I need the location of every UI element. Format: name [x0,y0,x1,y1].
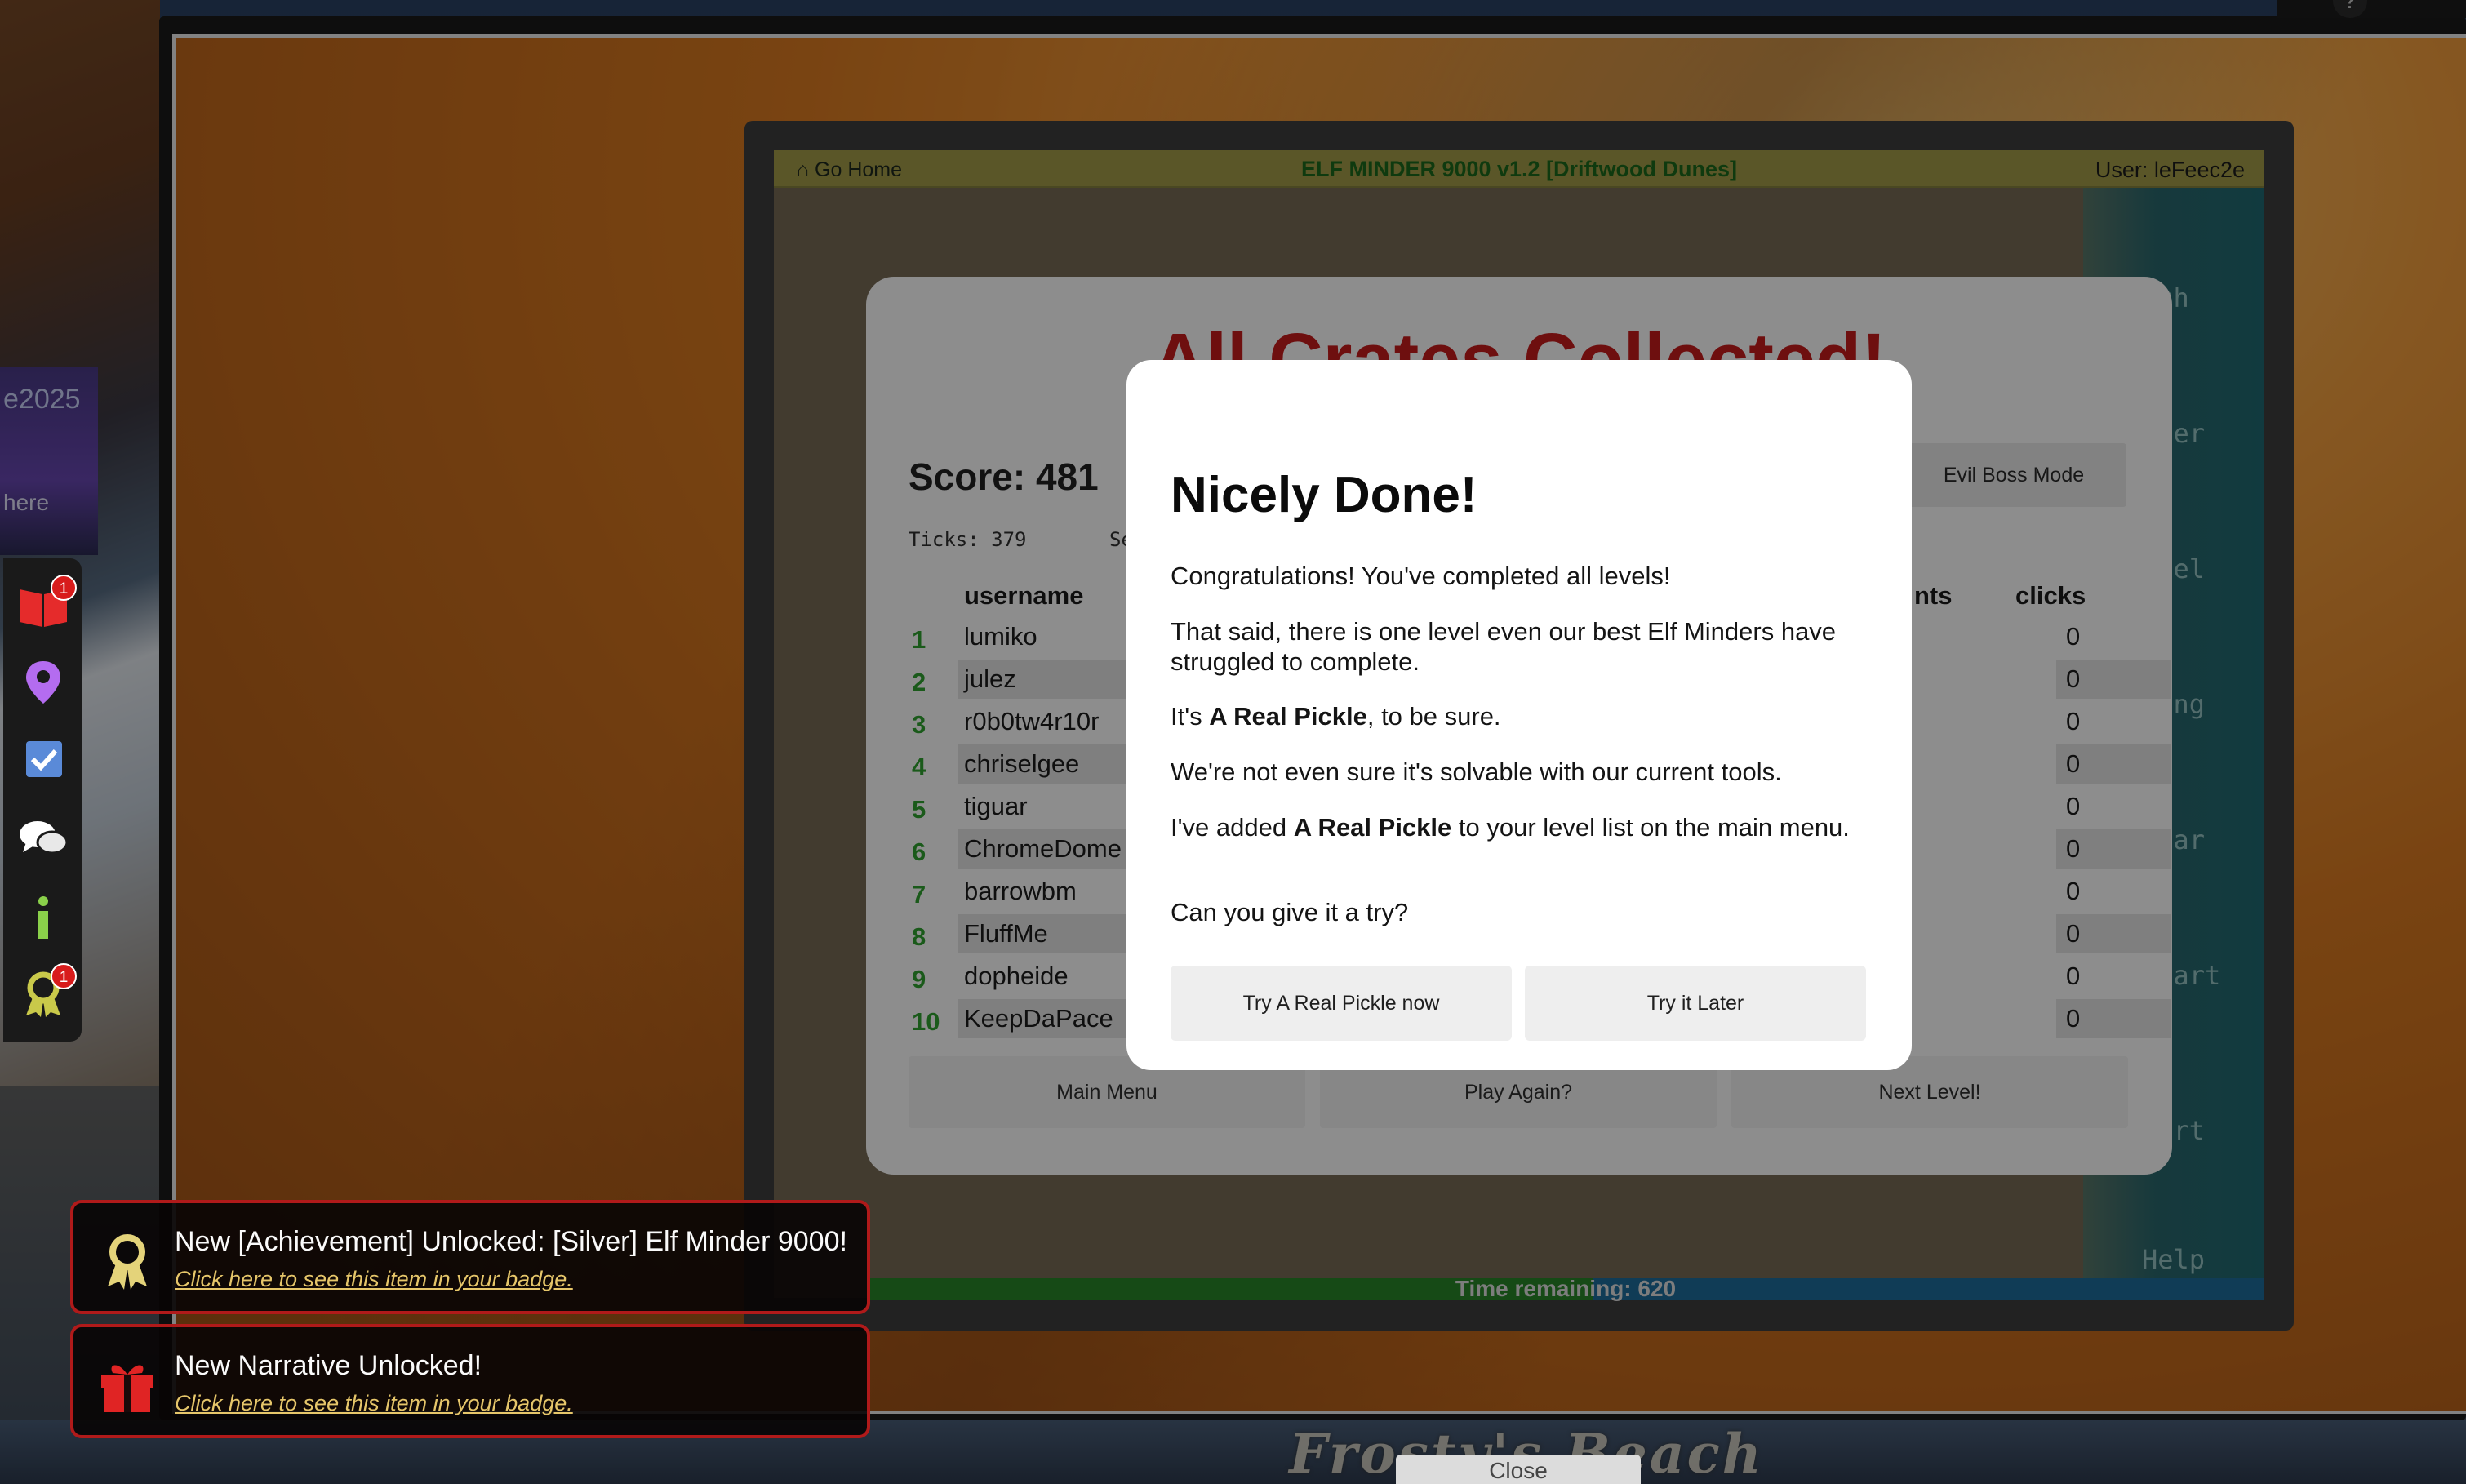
points-cell [1958,617,2055,656]
map-pin-icon [26,661,60,704]
info-icon [38,896,48,939]
nicely-done-dialog: Nicely Done! Congratulations! You've com… [1126,360,1912,1070]
rank: 1 [912,625,926,654]
chat-icon [20,821,69,855]
dialog-paragraph-pickle: It's A Real Pickle, to be sure. [1171,701,1881,731]
rank: 2 [912,668,926,696]
username-cell: r0b0tw4r10r [964,707,1100,735]
dialog-paragraph-congrats: Congratulations! You've completed all le… [1171,562,1671,590]
clicks-cell: 0 [2056,999,2171,1038]
points-cell [1958,660,2055,699]
notification-title: New Narrative Unlocked! [175,1350,482,1381]
notification-narrative[interactable]: New Narrative Unlocked! Click here to se… [70,1324,870,1438]
dialog-paragraph-struggle: That said, there is one level even our b… [1171,617,1837,676]
points-cell [1958,999,2055,1038]
username-cell: FluffMe [958,914,1137,953]
score-label: Score: 481 [909,455,1099,498]
sidebar-item-tasks[interactable] [15,736,72,793]
points-cell [1958,957,2055,996]
text-segment: I've added [1171,813,1294,842]
level-name: A Real Pickle [1293,813,1452,842]
sidebar-item-objectives[interactable]: 1 [15,575,77,638]
rank: 7 [912,880,926,909]
notification-title: New [Achievement] Unlocked: [Silver] Elf… [175,1226,847,1257]
sidebar-item-achievements[interactable]: 1 [15,963,77,1027]
clicks-cell: 0 [2066,792,2081,820]
sidebar-item-info[interactable] [15,893,72,950]
notification-badge: 1 [51,575,77,601]
rank: 6 [912,838,926,866]
text-segment: , to be sure. [1366,702,1501,731]
sidebar: 1 1 [3,558,82,1042]
clicks-cell: 0 [2056,744,2171,784]
points-cell [1958,702,2055,741]
clicks-cell: 0 [2066,707,2081,735]
username-cell: tiguar [964,792,1028,820]
dialog-paragraph-solvable: We're not even sure it's solvable with o… [1171,758,1782,786]
text-segment: to your level list on the main menu. [1451,813,1850,842]
gift-icon [101,1365,153,1412]
dialog-paragraph-question: Can you give it a try? [1171,898,1409,926]
level-name: A Real Pickle [1209,702,1367,731]
dialog-paragraph-added: I've added A Real Pickle to your level l… [1171,812,1881,842]
rank: 5 [912,795,926,824]
text-segment: It's [1171,702,1210,731]
username-cell: ChromeDome [958,829,1137,869]
notification-link[interactable]: Click here to see this item in your badg… [175,1267,573,1292]
rank: 10 [912,1007,940,1036]
try-later-button[interactable]: Try it Later [1525,966,1866,1041]
username-cell: chriselgee [958,744,1137,784]
points-cell [1958,872,2055,911]
notification-link[interactable]: Click here to see this item in your badg… [175,1391,573,1416]
clicks-cell: 0 [2066,962,2081,990]
points-cell [1958,787,2055,826]
rank: 4 [912,753,926,781]
rank: 8 [912,922,926,951]
notification-achievement[interactable]: New [Achievement] Unlocked: [Silver] Elf… [70,1200,870,1314]
username-cell: barrowbm [964,877,1077,905]
try-pickle-now-button[interactable]: Try A Real Pickle now [1171,966,1512,1041]
sidebar-item-chat[interactable] [15,815,72,872]
clicks-cell: 0 [2056,914,2171,953]
clicks-cell: 0 [2066,622,2081,651]
column-header-clicks: clicks [2015,581,2086,610]
clicks-cell: 0 [2056,829,2171,869]
evil-boss-mode-button[interactable]: Evil Boss Mode [1901,443,2126,507]
points-cell [1958,744,2055,784]
username-cell: KeepDaPace [958,999,1137,1038]
award-ribbon-icon [108,1234,147,1290]
checkbox-icon [26,741,62,777]
notification-badge: 1 [51,963,77,989]
close-button[interactable]: Close [1396,1455,1641,1484]
clicks-cell: 0 [2056,660,2171,699]
points-cell [1958,829,2055,869]
sidebar-item-map[interactable] [15,658,72,715]
username-cell: julez [958,660,1137,699]
clicks-cell: 0 [2066,877,2081,905]
column-header-points: nts [1914,581,1953,610]
ticks-label: Ticks: 379 [909,528,1027,551]
rank: 3 [912,710,926,739]
rank: 9 [912,965,926,993]
points-cell [1958,914,2055,953]
column-header-username: username [964,581,1084,610]
username-cell: lumiko [964,622,1037,651]
username-cell: dopheide [964,962,1069,990]
dialog-title: Nicely Done! [1171,467,1477,523]
